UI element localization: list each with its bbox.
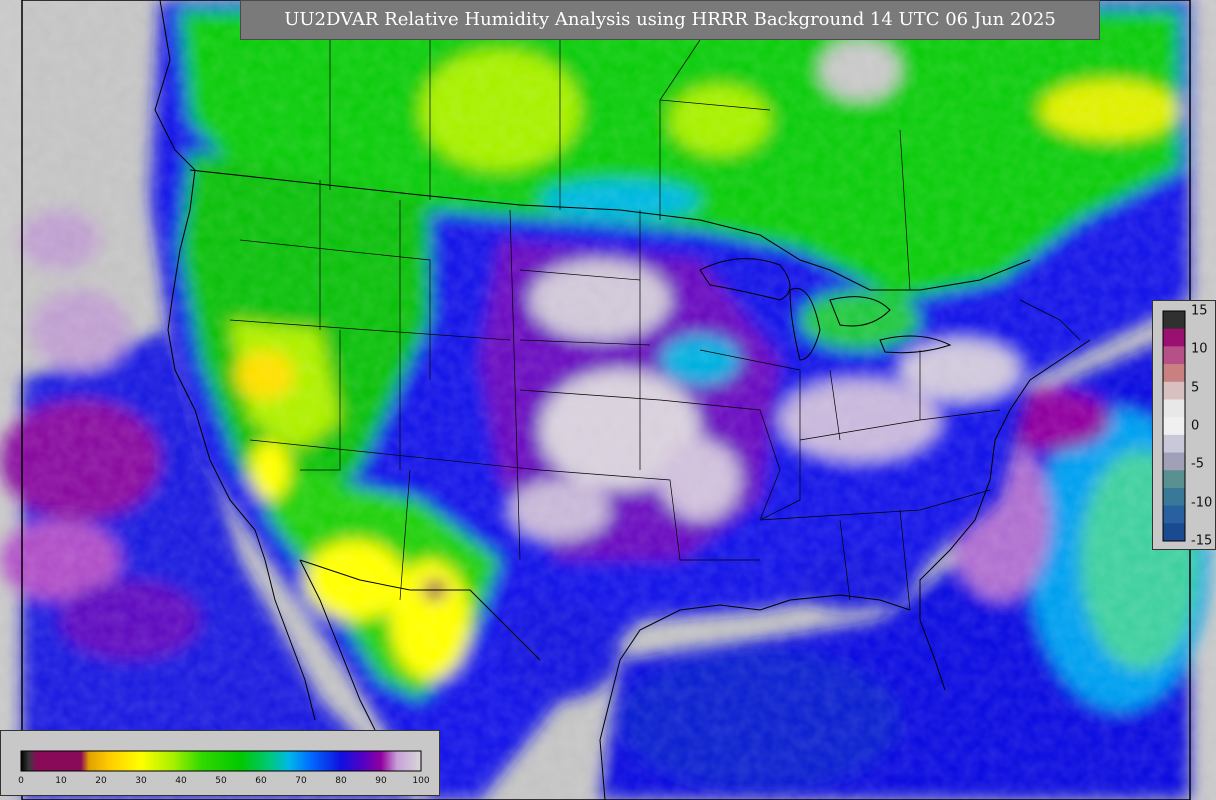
difference-colorbar-swatch	[1163, 399, 1185, 418]
rh-colorbar-tick: 60	[255, 776, 267, 786]
rh-colorbar-gradient	[20, 750, 422, 772]
difference-colorbar-tick: 5	[1191, 380, 1200, 396]
rh-colorbar-tick: 30	[135, 776, 147, 786]
difference-colorbar-swatch	[1163, 417, 1185, 436]
rh-colorbar-tick: 100	[412, 776, 430, 786]
difference-colorbar-swatch	[1163, 505, 1185, 524]
difference-colorbar-swatch	[1163, 381, 1185, 400]
map-title: UU2DVAR Relative Humidity Analysis using…	[240, 0, 1100, 40]
difference-colorbar-swatches	[1162, 310, 1186, 542]
difference-colorbar: 15 10 5 0 -5 -10 -15	[1152, 300, 1216, 550]
rh-colorbar-tick: 10	[55, 776, 67, 786]
rh-colorbar-tick: 0	[18, 776, 24, 786]
difference-colorbar-swatch	[1163, 434, 1185, 454]
difference-colorbar-tick: -15	[1191, 533, 1213, 549]
rh-colorbar-tick: 40	[175, 776, 187, 786]
difference-colorbar-swatch	[1163, 328, 1185, 347]
difference-colorbar-swatch	[1163, 364, 1185, 383]
difference-colorbar-tick: 10	[1191, 341, 1208, 357]
difference-colorbar-tick: -10	[1191, 495, 1213, 511]
difference-colorbar-swatch	[1163, 346, 1185, 365]
rh-analysis-map	[0, 0, 1216, 800]
rh-colorbar: 0 10 20 30 40 50 60 70 80 90 100	[0, 730, 440, 796]
difference-colorbar-tick: -5	[1191, 456, 1204, 472]
difference-colorbar-swatch	[1163, 487, 1185, 507]
rh-colorbar-tick: 80	[335, 776, 347, 786]
rh-colorbar-tick: 90	[375, 776, 387, 786]
difference-colorbar-swatch	[1163, 452, 1185, 471]
rh-colorbar-tick: 50	[215, 776, 227, 786]
rh-colorbar-tick: 20	[95, 776, 107, 786]
difference-colorbar-swatch	[1163, 470, 1185, 489]
difference-colorbar-tick: 0	[1191, 418, 1200, 434]
rh-colorbar-tick: 70	[295, 776, 307, 786]
difference-colorbar-swatch	[1163, 311, 1185, 330]
difference-colorbar-tick: 15	[1191, 303, 1208, 319]
difference-colorbar-swatch	[1163, 523, 1185, 542]
